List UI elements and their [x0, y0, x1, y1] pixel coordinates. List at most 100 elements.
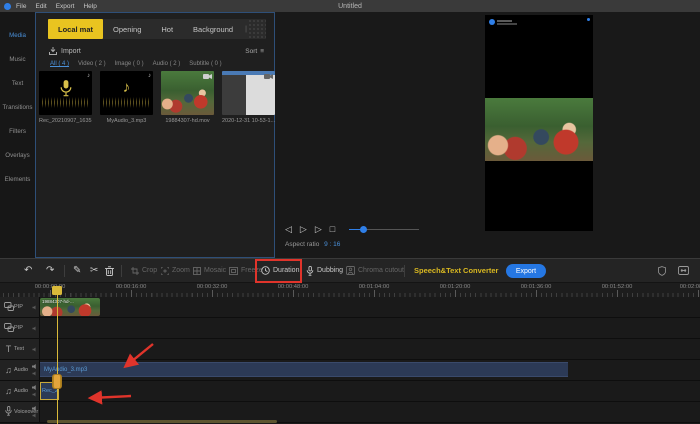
- speaker-icon[interactable]: [32, 406, 37, 411]
- shield-icon: [658, 266, 666, 276]
- ruler-timestamp: 00:01:36:00: [521, 284, 552, 290]
- media-item-audio-rec[interactable]: ♪ Rec_20210907_1635...: [39, 71, 92, 124]
- sidebar-item-elements[interactable]: Elements: [5, 176, 31, 183]
- audio-badge-icon: ♪: [87, 73, 90, 79]
- watermark-text: [497, 20, 512, 22]
- window-title: Untitled: [0, 3, 700, 10]
- track-lane[interactable]: [40, 402, 700, 422]
- import-icon: [49, 47, 57, 55]
- delete-button[interactable]: [105, 259, 114, 282]
- clip-myaudio[interactable]: MyAudio_3.mp3: [40, 362, 568, 377]
- media-grid: ♪ Rec_20210907_1635... ♪ ♪ MyAudio_3.mp3: [39, 71, 275, 124]
- playhead-marker[interactable]: [52, 286, 62, 295]
- mute-icon[interactable]: [33, 372, 37, 376]
- track-label: Audio: [14, 367, 28, 373]
- sidebar-item-transitions[interactable]: Transitions: [2, 104, 32, 111]
- preview-video-frame: [485, 98, 593, 161]
- aspect-ratio-value[interactable]: 9 : 16: [324, 241, 340, 248]
- track-header: T Text: [0, 339, 40, 359]
- filter-video[interactable]: Video ( 2 ): [78, 61, 106, 67]
- next-frame-button[interactable]: ▷: [315, 224, 322, 234]
- mute-icon[interactable]: [33, 393, 37, 397]
- mute-icon[interactable]: [33, 326, 37, 330]
- tab-background[interactable]: Background: [183, 19, 243, 39]
- media-filters: All ( 4 ) Video ( 2 ) Image ( 0 ) Audio …: [50, 61, 222, 67]
- fit-timeline-button[interactable]: [678, 259, 689, 282]
- track-lane[interactable]: [40, 339, 700, 359]
- media-item-label: MyAudio_3.mp3: [100, 118, 153, 124]
- speaker-icon[interactable]: [32, 385, 37, 390]
- crop-button[interactable]: Crop: [131, 259, 157, 282]
- trash-icon: [105, 266, 114, 276]
- dubbing-button[interactable]: Dubbing: [306, 259, 343, 282]
- track-label: PIP: [14, 325, 23, 331]
- filter-subtitle[interactable]: Subtitle ( 0 ): [189, 61, 221, 67]
- sort-button[interactable]: Sort ≡: [245, 48, 264, 55]
- play-button[interactable]: ▷: [300, 224, 307, 234]
- track-lane[interactable]: [40, 318, 700, 338]
- audio-track-icon: ♫: [3, 365, 14, 375]
- media-item-audio-myaudio[interactable]: ♪ ♪ MyAudio_3.mp3: [100, 71, 153, 124]
- mute-icon[interactable]: [33, 347, 37, 351]
- media-item-label: 19884307-hd.mov: [161, 118, 214, 124]
- track-lane[interactable]: Rec_2: [40, 381, 700, 401]
- filter-image[interactable]: Image ( 0 ): [115, 61, 144, 67]
- tab-opening[interactable]: Opening: [103, 19, 151, 39]
- media-item-video-screenrec[interactable]: 2020-12-31 10-53-1...: [222, 71, 275, 124]
- track-row-audio2: ♫ Audio Rec_2: [0, 381, 700, 402]
- mosaic-button[interactable]: Mosaic: [193, 259, 226, 282]
- track-header: PIP: [0, 297, 40, 317]
- slider-knob[interactable]: [360, 226, 367, 233]
- track-header: ♫ Audio: [0, 360, 40, 380]
- filter-audio[interactable]: Audio ( 2 ): [153, 61, 181, 67]
- track-row-audio1: ♫ Audio MyAudio_3.mp3: [0, 360, 700, 381]
- tab-hot[interactable]: Hot: [151, 19, 183, 39]
- pip-icon: [3, 323, 14, 334]
- preview-zoom-slider[interactable]: [349, 224, 419, 234]
- tab-local-material[interactable]: Local mat: [48, 19, 103, 39]
- media-item-video-hd[interactable]: 19884307-hd.mov: [161, 71, 214, 124]
- crop-icon: [131, 267, 139, 275]
- sidebar-item-filters[interactable]: Filters: [9, 128, 26, 135]
- sidebar-item-text[interactable]: Text: [12, 80, 23, 87]
- preview-area: ◁ ▷ ▷ □ Aspect ratio 9 : 16: [275, 12, 700, 258]
- filter-all[interactable]: All ( 4 ): [50, 61, 69, 67]
- preview-indicator-dot: [587, 18, 590, 21]
- stop-button[interactable]: □: [330, 224, 335, 234]
- zoom-button[interactable]: Zoom: [161, 259, 190, 282]
- audio-badge-icon: ♪: [148, 73, 151, 79]
- track-header: PIP: [0, 318, 40, 338]
- undo-button[interactable]: ↶: [24, 259, 32, 282]
- clip-pip-video[interactable]: 19884307-hd-...: [40, 298, 100, 316]
- mute-icon[interactable]: [33, 305, 37, 309]
- sidebar-item-overlays[interactable]: Overlays: [5, 152, 29, 159]
- waveform: [42, 97, 89, 108]
- import-button[interactable]: Import: [61, 48, 81, 55]
- mute-icon[interactable]: [33, 414, 37, 418]
- freeze-icon: [229, 267, 238, 275]
- track-lane[interactable]: MyAudio_3.mp3: [40, 360, 700, 380]
- video-badge-icon: [203, 73, 212, 80]
- music-note-icon: ♪: [100, 79, 153, 96]
- timeline-ruler[interactable]: 00:00:00:00 00:00:16:00 00:00:32:00 00:0…: [0, 283, 700, 297]
- playhead-drag-handle[interactable]: [52, 374, 62, 389]
- export-button[interactable]: Export: [506, 264, 546, 278]
- chroma-cutout-button[interactable]: Chroma cutout: [346, 259, 404, 282]
- track-lane[interactable]: 19884307-hd-...: [40, 297, 700, 317]
- speech-text-converter-button[interactable]: Speech&Text Converter: [414, 259, 498, 282]
- sidebar-item-music[interactable]: Music: [9, 56, 25, 63]
- clip-label: MyAudio_3.mp3: [44, 367, 87, 373]
- speaker-icon[interactable]: [32, 364, 37, 369]
- ruler-timestamp: 00:01:52:00: [602, 284, 633, 290]
- media-library-panel: Local mat Opening Hot Background | Impor…: [35, 12, 275, 258]
- preview-canvas[interactable]: [485, 15, 593, 231]
- ruler-timestamp: 00:01:04:00: [359, 284, 390, 290]
- timeline-scrollbar[interactable]: [47, 420, 277, 423]
- split-button[interactable]: ✂: [90, 259, 98, 282]
- edit-button[interactable]: ✎: [73, 259, 81, 282]
- previous-frame-button[interactable]: ◁: [285, 224, 292, 234]
- notification-shield-button[interactable]: [658, 259, 666, 282]
- sidebar-item-media[interactable]: Media: [9, 32, 26, 39]
- redo-button[interactable]: ↷: [46, 259, 54, 282]
- track-label: PIP: [14, 304, 23, 310]
